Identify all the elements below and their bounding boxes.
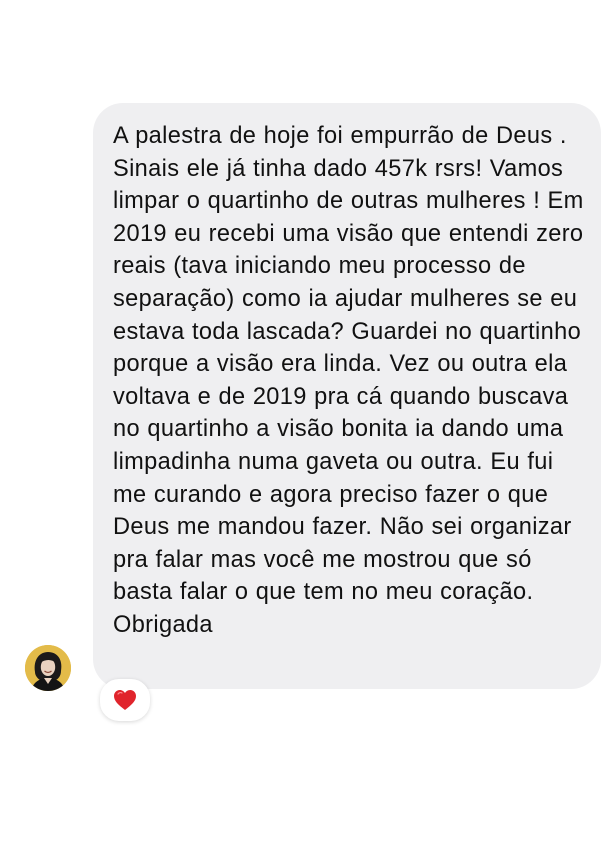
message-text: A palestra de hoje foi empurrão de Deus … [113,123,584,638]
sender-avatar[interactable] [25,645,71,691]
person-avatar-icon [25,645,71,691]
heart-reaction[interactable] [100,679,150,721]
red-heart-icon [114,690,136,710]
message-bubble[interactable]: A palestra de hoje foi empurrão de Deus … [93,103,601,689]
message-thread: A palestra de hoje foi empurrão de Deus … [0,0,615,864]
